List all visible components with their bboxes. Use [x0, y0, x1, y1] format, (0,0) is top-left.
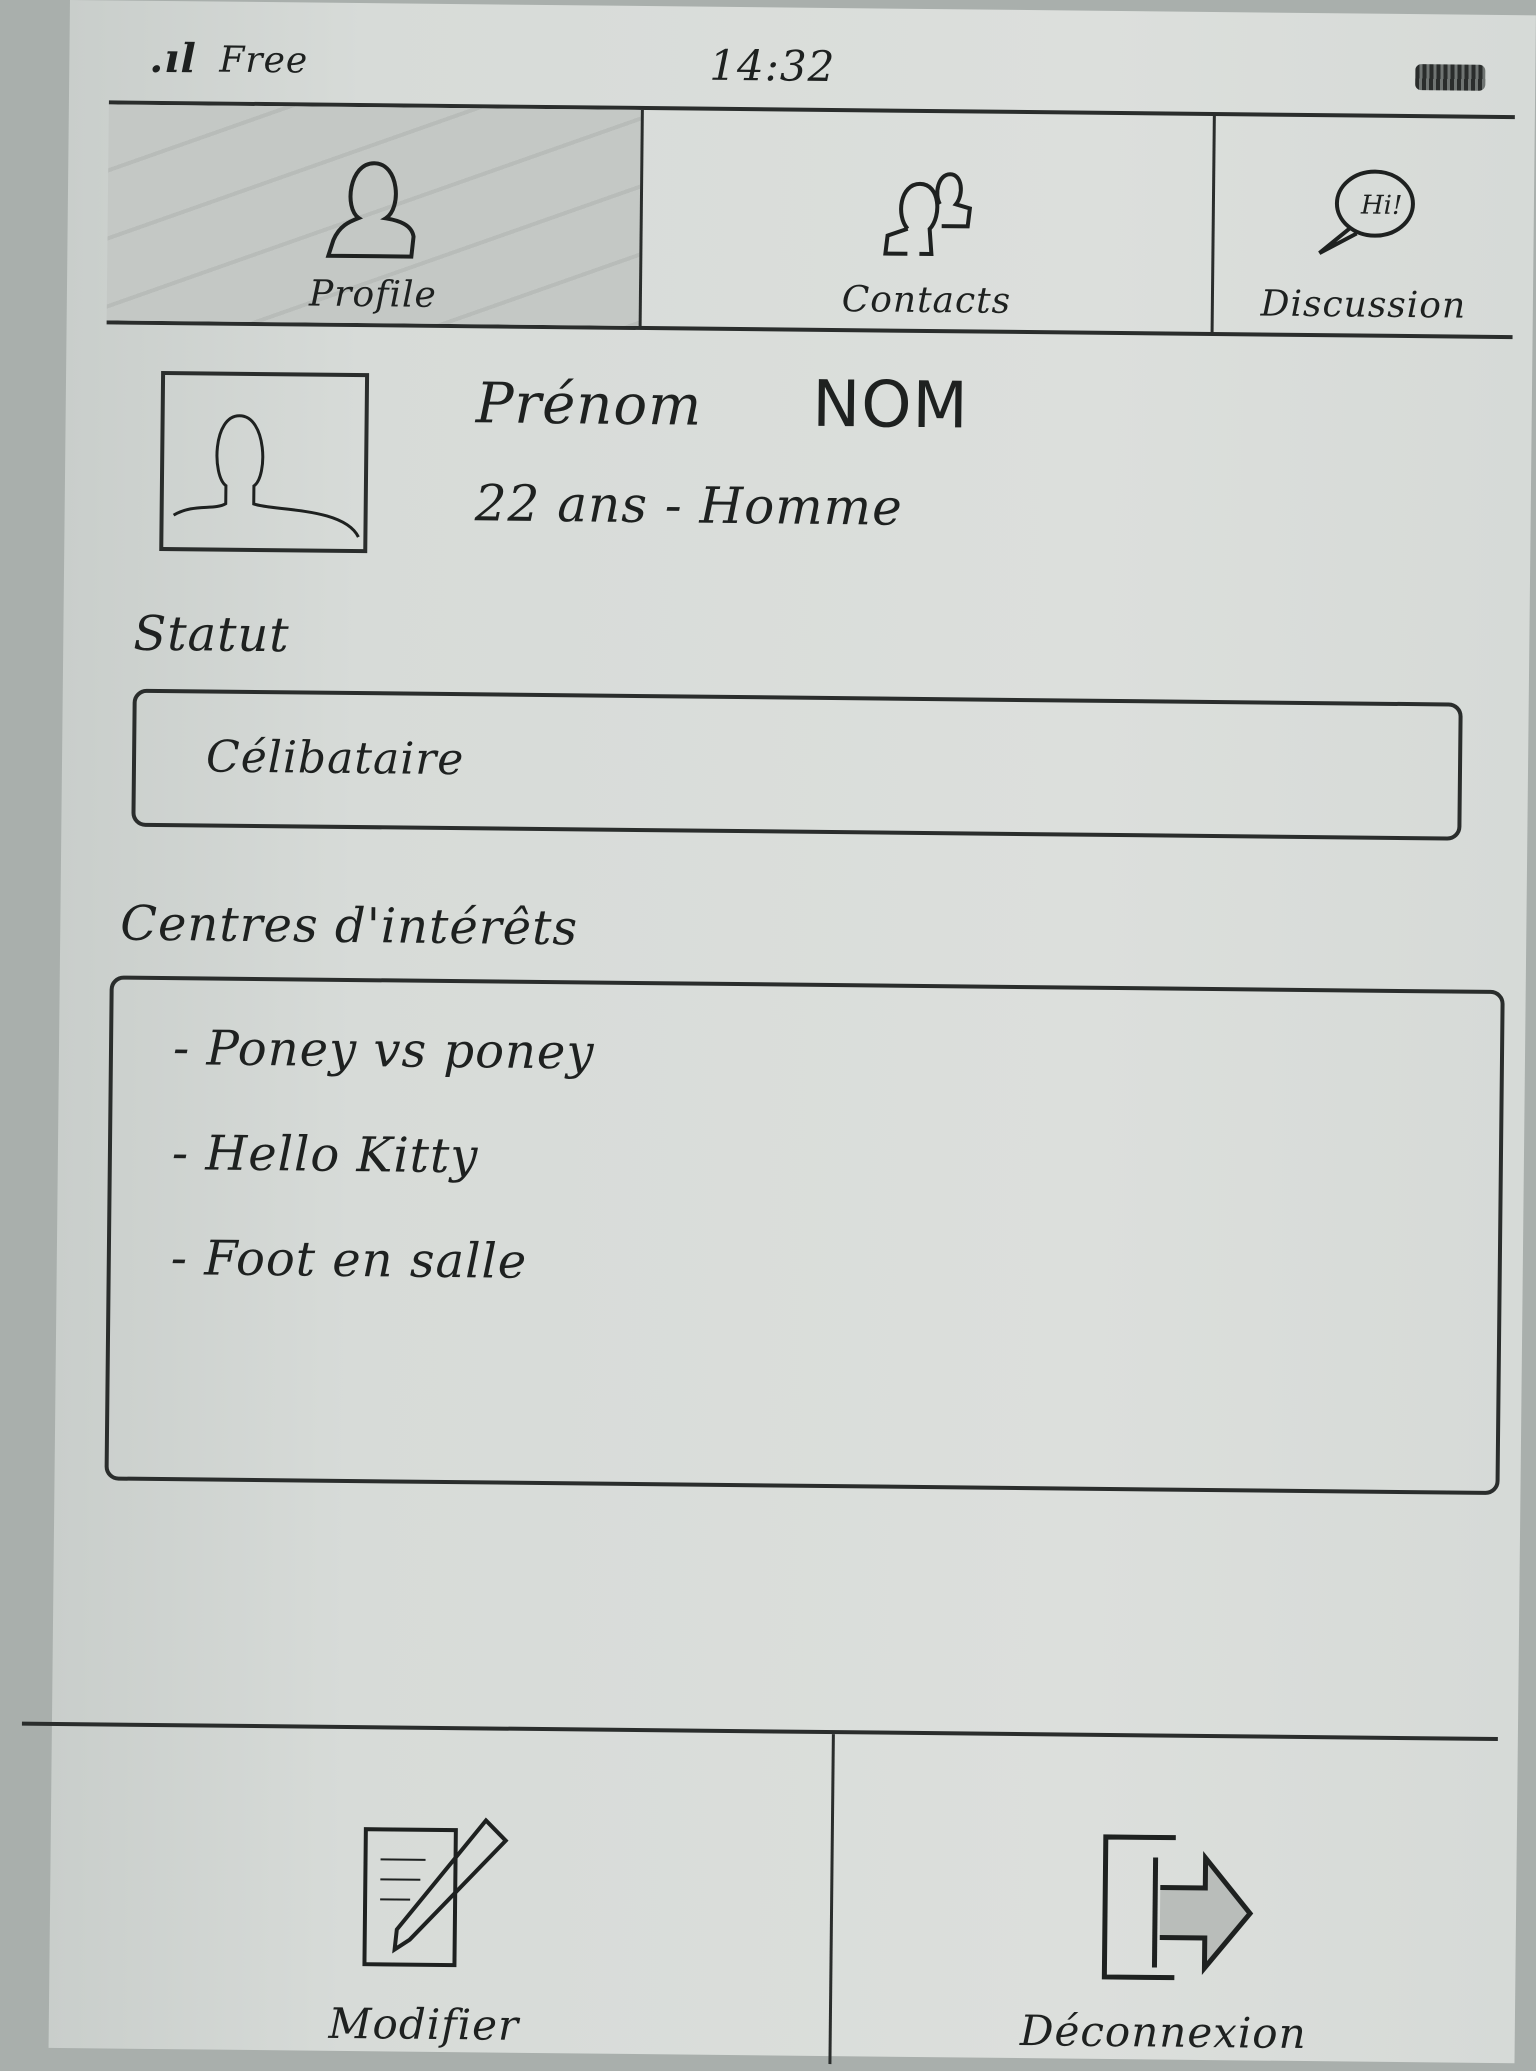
- list-item: - Poney vs poney: [172, 1020, 595, 1081]
- last-name: NOM: [811, 367, 970, 444]
- tab-bar: Profile Contacts Hi! Discussion: [106, 104, 1515, 340]
- edit-label: Modifier: [328, 1998, 520, 2050]
- tab-label: Discussion: [1260, 283, 1467, 327]
- interests-field[interactable]: - Poney vs poney - Hello Kitty - Foot en…: [104, 975, 1505, 1496]
- tab-label: Contacts: [841, 279, 1012, 322]
- speech-bubble-icon: Hi!: [1317, 169, 1415, 255]
- carrier-label: Free: [219, 39, 309, 82]
- edit-button[interactable]: Modifier: [18, 1726, 831, 2064]
- logout-icon: [1101, 1834, 1253, 1981]
- status-bar: .ıl Free 14:32: [108, 20, 1516, 120]
- statut-field[interactable]: Célibataire: [131, 688, 1463, 841]
- statut-value: Célibataire: [205, 731, 465, 786]
- logout-label: Déconnexion: [1019, 2006, 1307, 2059]
- battery-icon: [1415, 64, 1486, 91]
- edit-icon: [362, 1817, 509, 1968]
- list-item: - Hello Kitty: [171, 1125, 479, 1185]
- profile-name: Prénom NOM: [475, 364, 970, 444]
- first-name: Prénom: [475, 371, 703, 439]
- tab-profile[interactable]: Profile: [106, 104, 641, 326]
- signal-icon: .ıl: [149, 34, 197, 83]
- svg-text:Hi!: Hi!: [1359, 191, 1402, 221]
- bottom-bar: Modifier Déconnexion: [18, 1721, 1498, 2071]
- statut-label: Statut: [133, 605, 290, 664]
- avatar[interactable]: [159, 370, 370, 554]
- clock: 14:32: [709, 40, 836, 92]
- tab-label: Profile: [308, 273, 438, 316]
- list-item: - Foot en salle: [170, 1230, 528, 1290]
- person-silhouette-icon: [172, 414, 360, 538]
- tab-discussion[interactable]: Hi! Discussion: [1210, 115, 1515, 336]
- paper-mockup: .ıl Free 14:32 Profile Contacts Hi! Disc…: [18, 0, 1536, 2071]
- logout-button[interactable]: Déconnexion: [828, 1734, 1498, 2071]
- interests-label: Centres d'intérêts: [120, 895, 579, 957]
- people-icon: [882, 172, 972, 257]
- age-gender: 22 ans - Homme: [474, 474, 904, 537]
- tab-contacts[interactable]: Contacts: [638, 109, 1213, 332]
- person-icon: [325, 161, 416, 259]
- interests-list: - Poney vs poney - Hello Kitty - Foot en…: [110, 980, 1501, 1350]
